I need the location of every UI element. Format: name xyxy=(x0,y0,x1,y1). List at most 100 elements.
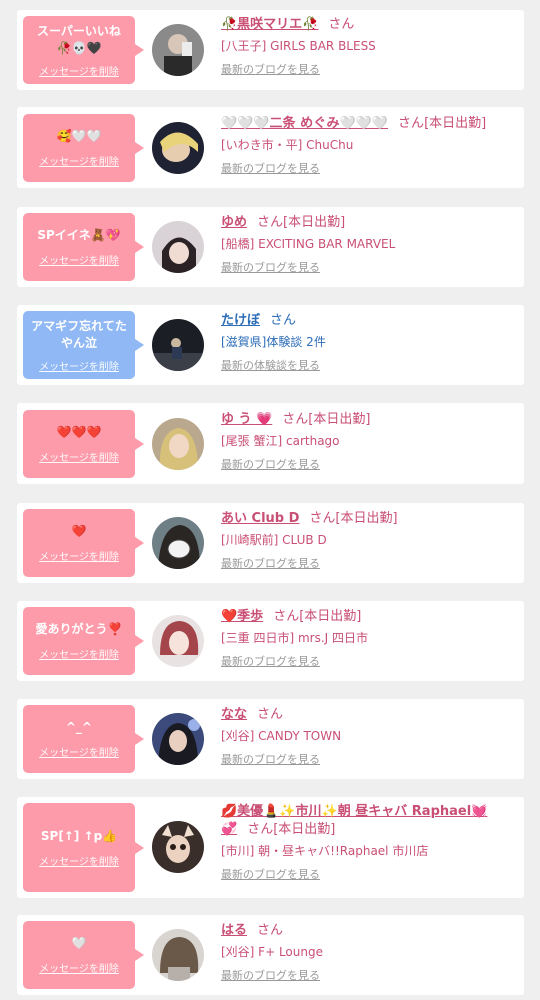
cast-name-link[interactable]: 💋美優💄✨市川✨朝 昼キャバ Raphael💓 xyxy=(221,804,487,819)
blog-link[interactable]: 最新のブログを見る xyxy=(221,456,518,472)
cast-name-link[interactable]: あい Club D xyxy=(221,511,299,526)
list-item: SPイイネ🧸💖 メッセージを削除 ゆめ さん[本日出勤] [船橋] EXCITIN… xyxy=(17,207,524,287)
message-bubble: ^_^ メッセージを削除 xyxy=(23,705,144,773)
cast-name-link[interactable]: ゆめ xyxy=(221,215,247,230)
blog-link[interactable]: 最新のブログを見る xyxy=(221,160,518,176)
avatar[interactable] xyxy=(152,24,204,76)
honorific: さん xyxy=(257,707,284,722)
delete-message-link[interactable]: メッセージを削除 xyxy=(39,960,119,975)
honorific: さん xyxy=(328,17,355,32)
status-badge: [本日出勤] xyxy=(308,412,371,427)
honorific: さん xyxy=(247,822,274,837)
message-text: スーパーいいね xyxy=(37,23,121,38)
message-bubble: スーパーいいね 🥀💀🖤 メッセージを削除 xyxy=(23,16,144,84)
list-item: ❤️ メッセージを削除 あい Club D さん[本日出勤] [川崎駅前] CLU… xyxy=(17,503,524,583)
reviewer-name-link[interactable]: たけぼ xyxy=(221,313,260,328)
item-info: あい Club D さん[本日出勤] [川崎駅前] CLUB D 最新のブログを見… xyxy=(221,510,518,571)
cast-name-link[interactable]: ❤️季歩 xyxy=(221,609,263,624)
honorific: さん xyxy=(257,215,284,230)
avatar[interactable] xyxy=(152,221,204,273)
honorific: さん xyxy=(257,923,284,938)
delete-message-link[interactable]: メッセージを削除 xyxy=(39,63,119,78)
message-bubble: ❤️ メッセージを削除 xyxy=(23,509,144,577)
list-item: ^_^ メッセージを削除 なな さん [刈谷] CANDY TOWN 最新のブログ… xyxy=(17,699,524,779)
item-info: たけぼ さん [滋賀県]体験談 2件 最新の体験談を見る xyxy=(221,312,518,373)
message-text: 🤍 xyxy=(71,936,87,950)
avatar[interactable] xyxy=(152,122,204,174)
item-info: はる さん [刈谷] F+ Lounge 最新のブログを見る xyxy=(221,922,518,983)
status-badge: [本日出勤] xyxy=(299,609,362,624)
list-item: アマギフ忘れてた やん泣 メッセージを削除 たけぼ さん [滋賀県]体験談 2件 … xyxy=(17,305,524,385)
delete-message-link[interactable]: メッセージを削除 xyxy=(39,744,119,759)
cast-name-link[interactable]: 🤍🤍🤍二条 めぐみ🤍🤍🤍 xyxy=(221,116,388,131)
list-item: SP[↑] ↑p👍 メッセージを削除 💋美優💄✨市川✨朝 昼キャバ Raphae… xyxy=(17,797,524,898)
shop-name: [刈谷] CANDY TOWN xyxy=(221,729,342,743)
message-text: ^_^ xyxy=(65,720,93,734)
message-bubble: 🤍 メッセージを削除 xyxy=(23,921,144,989)
avatar[interactable] xyxy=(152,517,204,569)
review-link[interactable]: 最新の体験談を見る xyxy=(221,357,518,373)
cast-name-link[interactable]: 🥀黒咲マリエ🥀 xyxy=(221,17,318,32)
item-info: 🥀黒咲マリエ🥀 さん [八王子] GIRLS BAR BLESS 最新のブログを見… xyxy=(221,16,518,77)
blog-link[interactable]: 最新のブログを見る xyxy=(221,967,518,983)
message-bubble: アマギフ忘れてた やん泣 メッセージを削除 xyxy=(23,311,144,379)
message-text: SPイイネ🧸💖 xyxy=(37,228,121,242)
delete-message-link[interactable]: メッセージを削除 xyxy=(39,153,119,168)
list-item: スーパーいいね 🥀💀🖤 メッセージを削除 🥀黒咲マリエ🥀 さん [八王子] GIR… xyxy=(17,10,524,90)
honorific: さん xyxy=(309,511,336,526)
item-info: なな さん [刈谷] CANDY TOWN 最新のブログを見る xyxy=(221,706,518,767)
avatar[interactable] xyxy=(152,929,204,981)
blog-link[interactable]: 最新のブログを見る xyxy=(221,866,518,882)
blog-link[interactable]: 最新のブログを見る xyxy=(221,259,518,275)
avatar[interactable] xyxy=(152,713,204,765)
review-count: [滋賀県]体験談 2件 xyxy=(221,335,326,349)
item-info: 💋美優💄✨市川✨朝 昼キャバ Raphael💓 💞 さん[本日出勤] [市川] 朝… xyxy=(221,803,518,882)
avatar[interactable] xyxy=(152,418,204,470)
list-item: 愛ありがとう❣️ メッセージを削除 ❤️季歩 さん[本日出勤] [三重 四日市] … xyxy=(17,601,524,681)
status-badge: [本日出勤] xyxy=(283,215,346,230)
status-badge: [本日出勤] xyxy=(424,116,487,131)
avatar[interactable] xyxy=(152,319,204,371)
item-info: ゆめ さん[本日出勤] [船橋] EXCITING BAR MARVEL 最新のブ… xyxy=(221,214,518,275)
blog-link[interactable]: 最新のブログを見る xyxy=(221,555,518,571)
list-item: 🥰🤍🤍 メッセージを削除 🤍🤍🤍二条 めぐみ🤍🤍🤍 さん[本日出勤] [いわき市・… xyxy=(17,107,524,188)
shop-name: [三重 四日市] mrs.J 四日市 xyxy=(221,631,369,645)
message-text: 愛ありがとう❣️ xyxy=(35,622,123,636)
status-badge: [本日出勤] xyxy=(335,511,398,526)
shop-name: [船橋] EXCITING BAR MARVEL xyxy=(221,237,396,251)
shop-name: [いわき市・平] ChuChu xyxy=(221,138,354,152)
message-bubble: SP[↑] ↑p👍 メッセージを削除 xyxy=(23,803,144,892)
message-text: 🥰🤍🤍 xyxy=(56,129,102,143)
message-bubble: 🥰🤍🤍 メッセージを削除 xyxy=(23,114,144,182)
status-badge: [本日出勤] xyxy=(273,822,336,837)
delete-message-link[interactable]: メッセージを削除 xyxy=(39,548,119,563)
blog-link[interactable]: 最新のブログを見る xyxy=(221,751,518,767)
shop-name: [川崎駅前] CLUB D xyxy=(221,533,327,547)
blog-link[interactable]: 最新のブログを見る xyxy=(221,653,518,669)
message-text-line2: 🥀💀🖤 xyxy=(56,40,102,55)
list-item: 🤍 メッセージを削除 はる さん [刈谷] F+ Lounge 最新のブログを見る xyxy=(17,915,524,995)
message-text: アマギフ忘れてた xyxy=(31,318,127,333)
cast-name-link[interactable]: はる xyxy=(221,923,247,938)
avatar[interactable] xyxy=(152,821,204,873)
message-bubble: SPイイネ🧸💖 メッセージを削除 xyxy=(23,213,144,281)
honorific: さん xyxy=(273,609,300,624)
message-text: ❤️ xyxy=(71,524,87,538)
message-text: ❤️❤️❤️ xyxy=(56,425,102,439)
blog-link[interactable]: 最新のブログを見る xyxy=(221,61,518,77)
avatar[interactable] xyxy=(152,615,204,667)
delete-message-link[interactable]: メッセージを削除 xyxy=(39,449,119,464)
delete-message-link[interactable]: メッセージを削除 xyxy=(39,853,119,868)
cast-name-link[interactable]: なな xyxy=(221,707,247,722)
message-list: スーパーいいね 🥀💀🖤 メッセージを削除 🥀黒咲マリエ🥀 さん [八王子] GIR… xyxy=(0,0,540,1000)
delete-message-link[interactable]: メッセージを削除 xyxy=(39,358,119,373)
delete-message-link[interactable]: メッセージを削除 xyxy=(39,646,119,661)
cast-name-link[interactable]: ゆ う 💗 xyxy=(221,412,272,427)
cast-name-link-cont[interactable]: 💞 xyxy=(221,822,237,837)
shop-name: [市川] 朝・昼キャバ!!Raphael 市川店 xyxy=(221,844,429,858)
item-info: 🤍🤍🤍二条 めぐみ🤍🤍🤍 さん[本日出勤] [いわき市・平] ChuChu 最新の… xyxy=(221,115,518,176)
message-bubble: 愛ありがとう❣️ メッセージを削除 xyxy=(23,607,144,675)
delete-message-link[interactable]: メッセージを削除 xyxy=(39,252,119,267)
list-item: ❤️❤️❤️ メッセージを削除 ゆ う 💗 さん[本日出勤] [尾張 蟹江] ca… xyxy=(17,403,524,484)
message-bubble: ❤️❤️❤️ メッセージを削除 xyxy=(23,410,144,478)
